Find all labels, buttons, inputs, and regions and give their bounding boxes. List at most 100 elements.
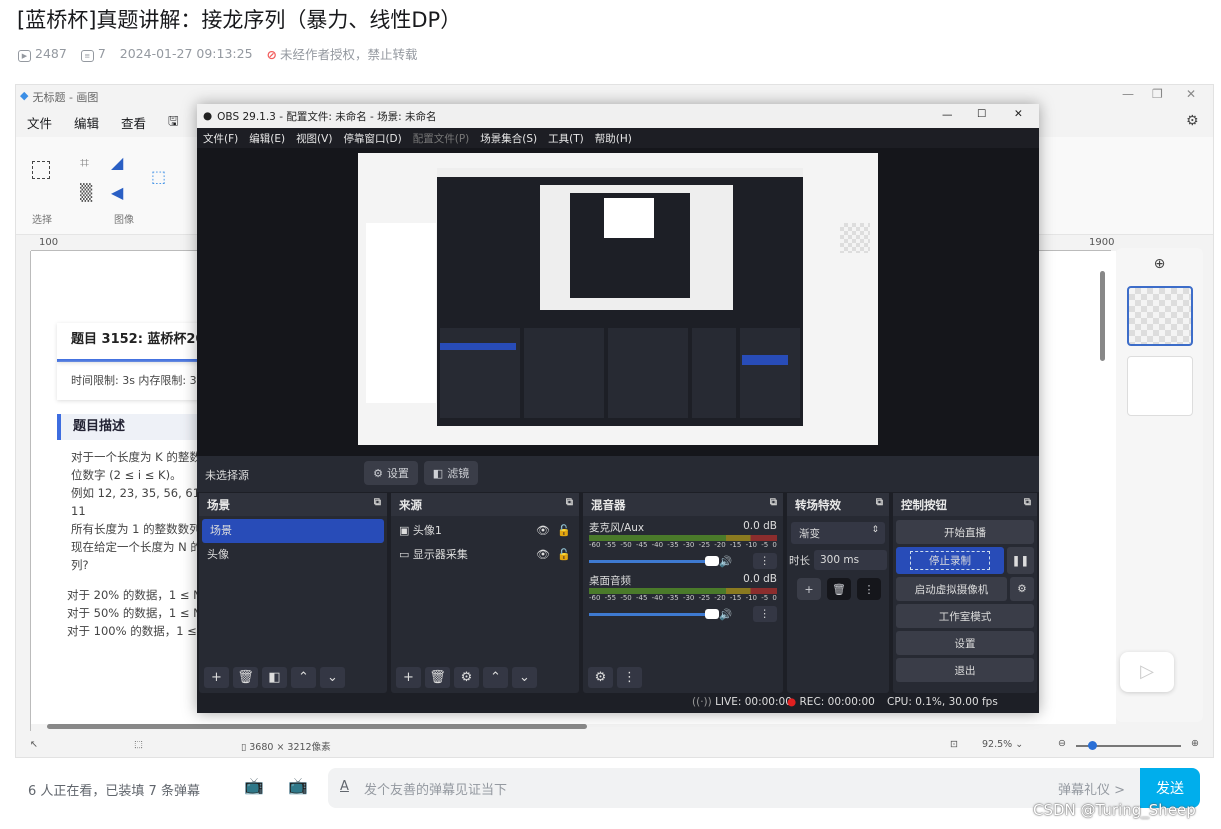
gear-icon[interactable]: ⚙ [454,667,479,688]
start-streaming-button[interactable]: 开始直播 [896,520,1034,544]
zoom-slider[interactable] [1076,741,1181,750]
menu-docks[interactable]: 停靠窗口(D) [343,131,401,146]
down-icon[interactable]: ⌄ [512,667,537,688]
danmaku-count: ≡ 7 [80,46,106,62]
speaker-icon[interactable]: 🔊 [719,555,732,568]
add-icon[interactable]: + [204,667,229,688]
etiquette-link[interactable]: 弹幕礼仪 > [1058,779,1125,798]
rec-dot-icon: ● [787,696,797,708]
vertical-scrollbar[interactable] [1099,251,1107,721]
menu-file[interactable]: 文件(F) [203,131,238,146]
fit-icon[interactable]: ⊡ [950,739,958,750]
start-virtual-camera-button[interactable]: 启动虚拟摄像机 [896,577,1007,601]
maximize-button[interactable]: ☐ [977,108,986,120]
undock-icon[interactable]: ⧉ [566,497,573,508]
undock-icon[interactable]: ⧉ [770,497,777,508]
zoom-out-icon[interactable]: ⊖ [1058,738,1066,749]
exit-button[interactable]: 退出 [896,658,1034,682]
undock-icon[interactable]: ⧉ [1024,497,1031,508]
pause-recording-button[interactable]: ❚❚ [1007,547,1034,574]
menu-edit[interactable]: 编辑(E) [249,131,285,146]
pause-icon: ❚❚ [1011,554,1030,567]
lock-icon[interactable]: 🔓 [557,543,571,567]
minimize-button[interactable]: — [1122,87,1134,101]
source-item[interactable]: ▣ 头像1 👁 🔓 [391,519,579,543]
transition-select[interactable]: 渐变 ⇕ [791,522,885,544]
text-style-icon[interactable]: A [340,779,349,794]
menu-view[interactable]: 查看 [110,113,157,132]
more-icon[interactable]: ⋮ [752,606,777,622]
trash-icon[interactable]: 🗑 [827,578,851,600]
menu-profile[interactable]: 配置文件(P) [413,131,470,146]
studio-mode-button[interactable]: 工作室模式 [896,604,1034,628]
menu-edit[interactable]: 编辑 [63,113,110,132]
restore-button[interactable]: ❐ [1152,87,1163,101]
speaker-icon[interactable]: 🔊 [719,608,732,621]
undock-icon[interactable]: ⧉ [876,497,883,508]
cpu-status: CPU: 0.1%, 30.00 fps [887,696,998,708]
settings-button[interactable]: 设置 [896,631,1034,655]
volume-slider[interactable] [589,555,720,566]
more-icon[interactable]: ⋮ [752,553,777,569]
filters-button[interactable]: ◧ 滤镜 [424,461,478,485]
copyright-notice: ⊘ 未经作者授权，禁止转载 [266,47,418,62]
save-icon[interactable]: 🖫 [157,112,190,133]
layer-thumbnail[interactable] [1126,286,1193,346]
image-tool-icon[interactable]: ⬚ [151,167,166,186]
zoom-in-icon[interactable]: ⊕ [1191,738,1199,749]
filter-icon[interactable]: ◧ [262,667,287,688]
lock-icon[interactable]: 🔓 [557,519,571,543]
flip-icon[interactable]: ◀ [111,183,123,202]
add-icon[interactable]: + [797,578,821,600]
advanced-audio-icon[interactable]: ⚙ [588,667,613,688]
down-icon[interactable]: ⌄ [320,667,345,688]
filter-icon: ◧ [432,466,444,480]
canvas-size: ▯ 3680 × 3212像素 [241,742,331,753]
add-layer-icon[interactable]: ⊕ [1116,256,1203,272]
close-button[interactable]: ✕ [1014,108,1023,120]
duration-spinbox[interactable]: 300 ms [814,550,887,570]
menu-file[interactable]: 文件 [16,113,63,132]
virtual-camera-settings-button[interactable]: ⚙ [1010,577,1034,601]
resize-icon[interactable]: ▒ [80,183,92,202]
source-settings-button[interactable]: ⚙ 设置 [364,461,418,485]
settings-gear-icon[interactable]: ⚙ [1186,113,1199,129]
gear-icon: ⚙ [373,466,383,480]
obs-preview[interactable] [197,148,1039,456]
group-label-image: 图像 [114,215,134,226]
eye-icon[interactable]: 👁 [536,519,550,543]
crop-icon[interactable]: ⌗ [80,153,89,173]
eye-icon[interactable]: 👁 [536,543,550,567]
obs-logo-icon: ● [203,110,213,122]
undock-icon[interactable]: ⧉ [374,497,381,508]
menu-scene-collection[interactable]: 场景集合(S) [480,131,537,146]
layer-thumbnail[interactable] [1126,356,1193,416]
watching-count: 6 人正在看，已装填 7 条弹幕 [28,784,200,799]
volume-slider[interactable] [589,608,720,619]
more-icon[interactable]: ⋮ [617,667,642,688]
add-icon[interactable]: + [396,667,421,688]
zoom-select[interactable]: 92.5% ⌄ [982,739,1023,750]
danmaku-input[interactable]: A 发个友善的弹幕见证当下 弹幕礼仪 > [328,768,1140,808]
menu-help[interactable]: 帮助(H) [595,131,632,146]
up-icon[interactable]: ⌃ [483,667,508,688]
close-button[interactable]: ✕ [1186,87,1196,101]
select-tool-icon[interactable] [32,161,50,179]
trash-icon[interactable]: 🗑 [425,667,450,688]
stop-recording-button[interactable]: 停止录制 [896,547,1004,574]
danmaku-toggle-icon[interactable]: 📺 [244,776,264,795]
play-icon: ▶ [18,49,31,62]
menu-view[interactable]: 视图(V) [296,131,332,146]
danmaku-settings-icon[interactable]: 📺 [288,776,308,795]
horizontal-scrollbar[interactable] [31,724,1101,732]
scene-item[interactable]: 场景 [202,519,384,543]
no-signal-icon: ((·)) [692,696,712,708]
minimize-button[interactable]: — [942,109,953,121]
source-item[interactable]: ▭ 显示器采集 👁 🔓 [391,543,579,567]
rotate-icon[interactable]: ◢ [111,153,123,172]
scene-item[interactable]: 头像 [199,543,387,567]
more-icon[interactable]: ⋮ [857,578,881,600]
menu-tools[interactable]: 工具(T) [548,131,584,146]
trash-icon[interactable]: 🗑 [233,667,258,688]
up-icon[interactable]: ⌃ [291,667,316,688]
